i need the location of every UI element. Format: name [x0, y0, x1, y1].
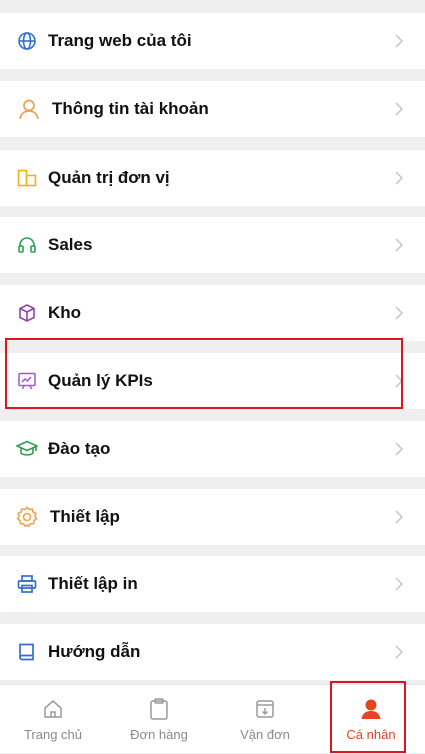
menu-item-settings[interactable]: Thiết lập	[0, 489, 425, 545]
menu-item-training[interactable]: Đào tạo	[0, 421, 425, 477]
tab-home[interactable]: Trang chủ	[0, 685, 106, 754]
tab-label: Vận đơn	[240, 727, 290, 742]
menu-item-label: Trang web của tôi	[48, 31, 192, 50]
chevron-right-icon	[393, 33, 405, 49]
kpi-board-icon	[16, 370, 38, 392]
gear-icon	[16, 506, 38, 528]
menu-item-guide[interactable]: Hướng dẫn	[0, 624, 425, 680]
menu-item-kpi-management[interactable]: Quản lý KPIs	[0, 353, 425, 409]
tab-personal[interactable]: Cá nhân	[318, 685, 424, 754]
chevron-right-icon	[393, 237, 405, 253]
user-icon	[18, 98, 40, 120]
tab-label: Cá nhân	[346, 727, 396, 742]
menu-item-label: Hướng dẫn	[48, 642, 141, 661]
menu-item-my-website[interactable]: Trang web của tôi	[0, 13, 425, 69]
menu-item-label: Quản trị đơn vị	[48, 168, 170, 187]
download-box-icon	[253, 697, 277, 721]
headset-icon	[16, 234, 38, 256]
menu-item-label: Kho	[48, 303, 82, 322]
tab-label: Đơn hàng	[130, 727, 188, 742]
chevron-right-icon	[393, 509, 405, 525]
home-icon	[41, 697, 65, 721]
chevron-right-icon	[393, 305, 405, 321]
tab-orders[interactable]: Đơn hàng	[106, 685, 212, 754]
tab-label: Trang chủ	[23, 727, 83, 742]
person-icon	[359, 697, 383, 721]
menu-item-label: Đào tạo	[48, 439, 111, 458]
menu-item-account-info[interactable]: Thông tin tài khoản	[0, 81, 425, 137]
menu-item-label: Thông tin tài khoản	[52, 99, 209, 118]
graduation-cap-icon	[16, 438, 38, 460]
menu-item-warehouse[interactable]: Kho	[0, 285, 425, 341]
building-icon	[16, 167, 38, 189]
chevron-right-icon	[393, 101, 405, 117]
menu-item-sales[interactable]: Sales	[0, 217, 425, 273]
chevron-right-icon	[393, 170, 405, 186]
printer-icon	[16, 573, 38, 595]
bottom-tab-bar: Trang chủ Đơn hàng Vận đơn Cá nhân	[0, 684, 425, 753]
book-icon	[16, 641, 38, 663]
chevron-right-icon	[393, 644, 405, 660]
menu-item-label: Thiết lập in	[48, 574, 138, 593]
menu-item-label: Sales	[48, 235, 93, 254]
menu-item-label: Quản lý KPIs	[48, 371, 153, 390]
chevron-right-icon	[393, 441, 405, 457]
chevron-right-icon	[393, 576, 405, 592]
menu-item-label: Thiết lập	[50, 507, 120, 526]
menu-item-print-settings[interactable]: Thiết lập in	[0, 556, 425, 612]
globe-icon	[16, 30, 38, 52]
tab-shipments[interactable]: Vận đơn	[212, 685, 318, 754]
clipboard-icon	[147, 697, 171, 721]
menu-item-unit-admin[interactable]: Quản trị đơn vị	[0, 150, 425, 206]
chevron-right-icon	[393, 373, 405, 389]
box-icon	[16, 302, 38, 324]
